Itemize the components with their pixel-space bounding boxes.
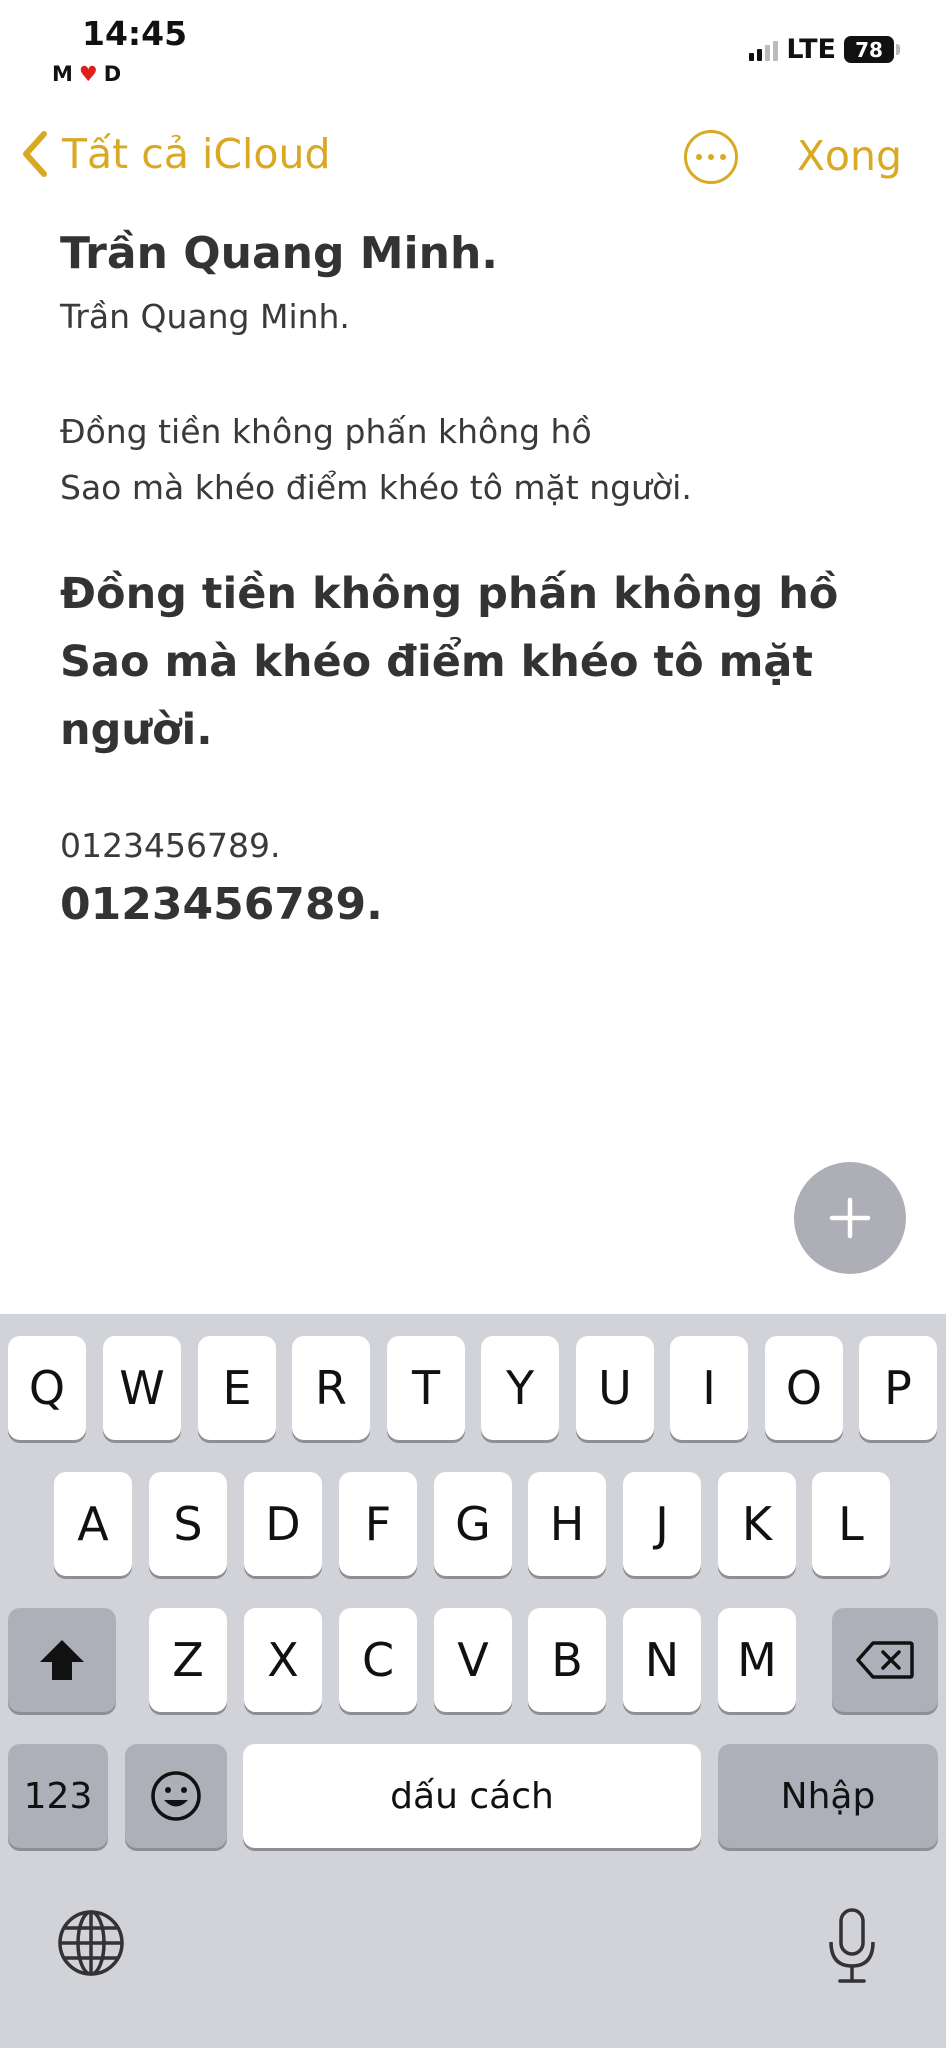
key-x[interactable]: X [244, 1608, 322, 1712]
emoji-icon [151, 1771, 201, 1821]
chevron-left-icon [23, 131, 47, 177]
key-u[interactable]: U [576, 1336, 654, 1440]
shift-key[interactable] [8, 1608, 116, 1712]
dictation-key[interactable] [824, 1906, 880, 1990]
key-q[interactable]: Q [8, 1336, 86, 1440]
globe-icon [58, 1910, 124, 1976]
poem-paragraph-small: Đồng tiền không phấn không hồ Sao mà khé… [60, 404, 900, 516]
shift-icon [40, 1640, 84, 1680]
key-r[interactable]: R [292, 1336, 370, 1440]
battery-icon: 78 [844, 36, 900, 63]
key-e[interactable]: E [198, 1336, 276, 1440]
key-y[interactable]: Y [481, 1336, 559, 1440]
key-w[interactable]: W [103, 1336, 181, 1440]
key-f[interactable]: F [339, 1472, 417, 1576]
key-t[interactable]: T [387, 1336, 465, 1440]
done-button[interactable]: Xong [797, 132, 902, 180]
key-g[interactable]: G [434, 1472, 512, 1576]
poem-line-1: Đồng tiền không phấn không hồ [60, 412, 592, 451]
emoji-key[interactable] [125, 1744, 227, 1848]
note-editor[interactable]: Trần Quang Minh. Trần Quang Minh. Đồng t… [60, 228, 900, 930]
key-h[interactable]: H [528, 1472, 606, 1576]
navigation-bar: Tất cả iCloud Xong [0, 118, 946, 198]
key-a[interactable]: A [54, 1472, 132, 1576]
status-carrier-label: M♥D [52, 62, 127, 86]
key-l[interactable]: L [812, 1472, 890, 1576]
heart-icon: ♥ [78, 62, 104, 86]
status-indicators: LTE 78 [749, 34, 900, 65]
status-time: 14:45 [82, 14, 188, 53]
microphone-icon [829, 1908, 875, 1983]
signal-icon [749, 39, 779, 61]
delete-key[interactable] [832, 1608, 938, 1712]
poem-paragraph-large: Đồng tiền không phấn không hồ Sao mà khé… [60, 569, 839, 755]
key-k[interactable]: K [718, 1472, 796, 1576]
keyboard: Q W E R T Y U I O P A S D F G H J K L Z … [0, 1314, 946, 2048]
status-label-d: D [103, 62, 128, 86]
key-v[interactable]: V [434, 1608, 512, 1712]
key-m[interactable]: M [718, 1608, 796, 1712]
key-z[interactable]: Z [149, 1608, 227, 1712]
back-button[interactable]: Tất cả iCloud [18, 128, 330, 180]
key-d[interactable]: D [244, 1472, 322, 1576]
battery-level: 78 [855, 37, 883, 62]
key-j[interactable]: J [623, 1472, 701, 1576]
key-o[interactable]: O [765, 1336, 843, 1440]
note-title: Trần Quang Minh. [60, 228, 499, 279]
key-b[interactable]: B [528, 1608, 606, 1712]
more-options-button[interactable] [684, 130, 738, 184]
ellipsis-circle-icon [696, 154, 702, 160]
numbers-key[interactable]: 123 [8, 1744, 108, 1848]
network-type: LTE [786, 34, 836, 65]
delete-icon [856, 1641, 914, 1679]
space-key[interactable]: dấu cách [243, 1744, 701, 1848]
note-subtitle: Trần Quang Minh. [60, 297, 350, 336]
number-line-small: 0123456789. [60, 826, 281, 865]
key-c[interactable]: C [339, 1608, 417, 1712]
key-p[interactable]: P [859, 1336, 937, 1440]
add-button[interactable] [794, 1162, 906, 1274]
number-line-large: 0123456789. [60, 879, 383, 930]
plus-icon [829, 1197, 871, 1239]
key-i[interactable]: I [670, 1336, 748, 1440]
status-label-m: M [52, 62, 79, 86]
globe-key[interactable] [56, 1908, 126, 1982]
key-n[interactable]: N [623, 1608, 701, 1712]
back-button-label: Tất cả iCloud [62, 130, 331, 178]
poem-line-2: Sao mà khéo điểm khéo tô mặt người. [60, 468, 692, 507]
return-key[interactable]: Nhập [718, 1744, 938, 1848]
key-s[interactable]: S [149, 1472, 227, 1576]
